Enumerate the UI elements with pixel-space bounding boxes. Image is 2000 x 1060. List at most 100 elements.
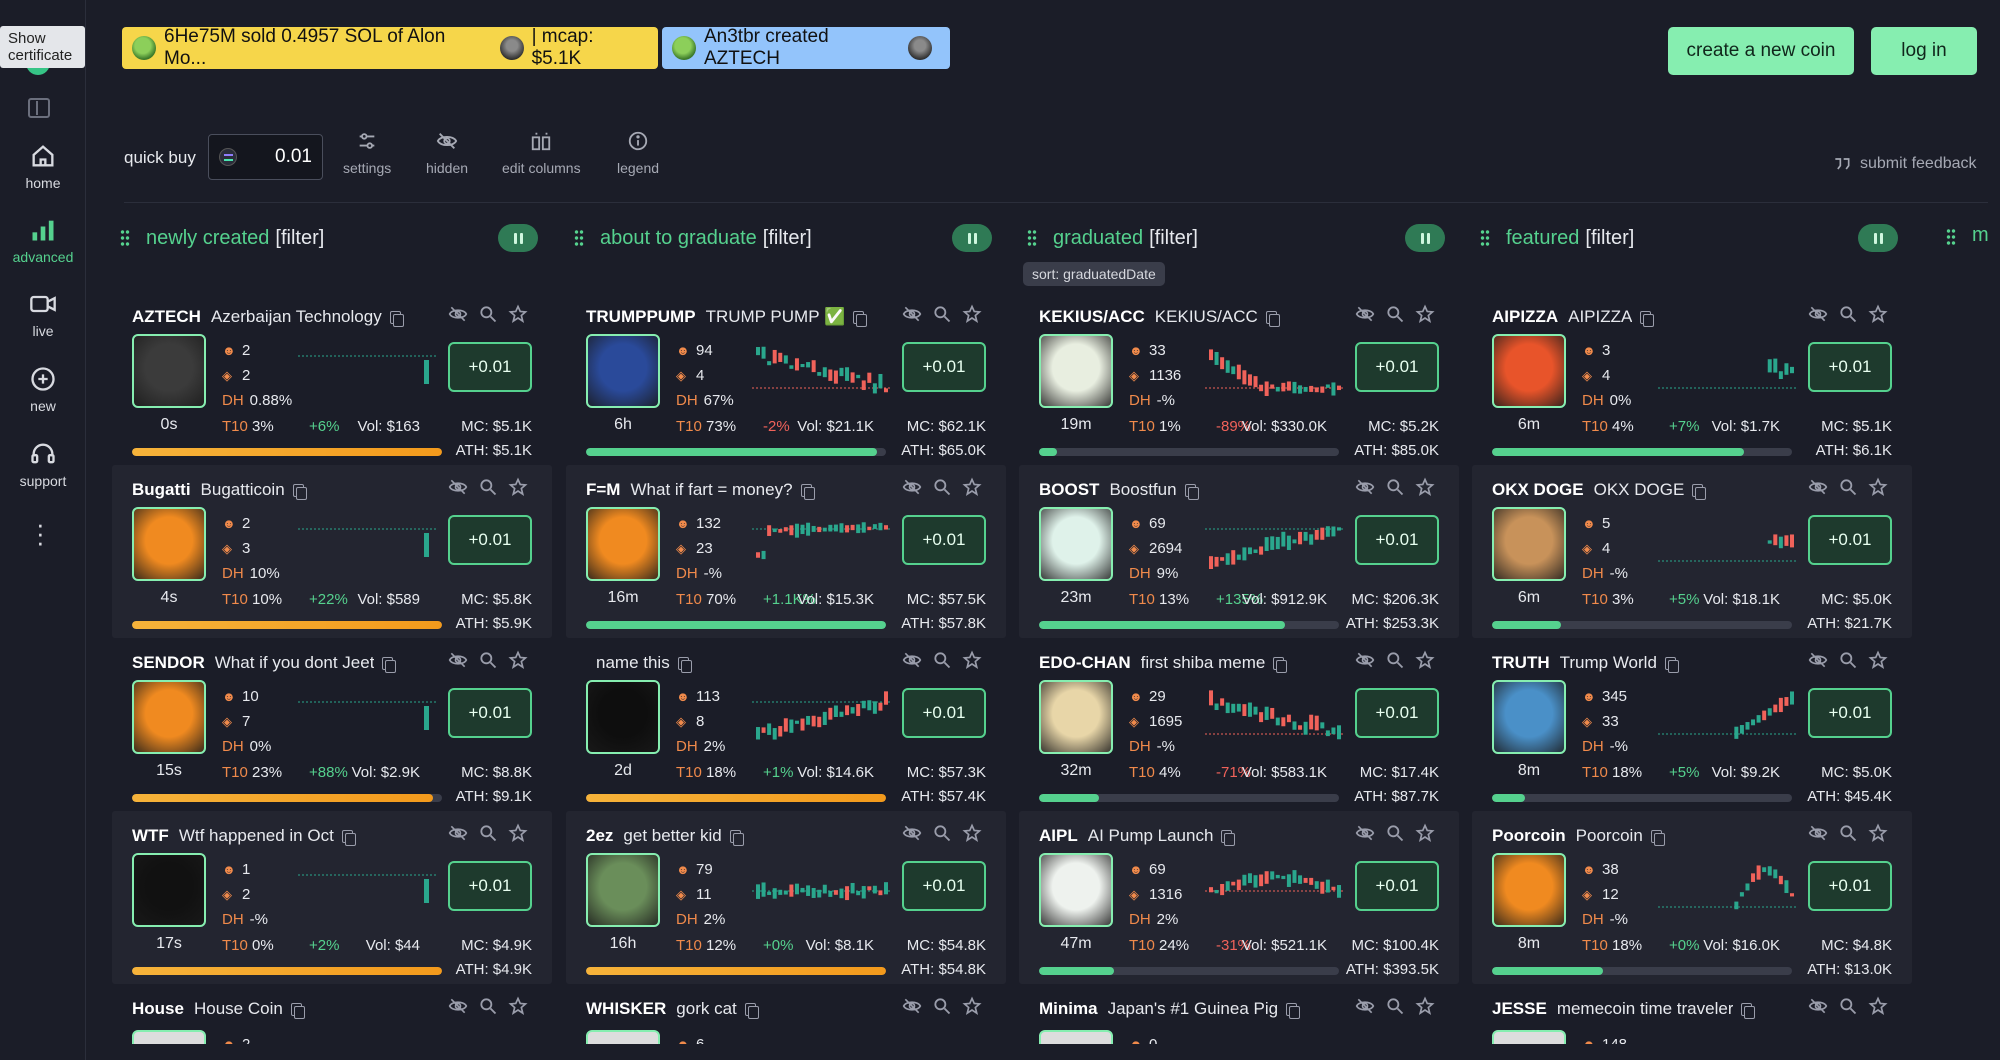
coin-image[interactable] xyxy=(1039,1030,1113,1044)
coin-card[interactable]: F=M What if fart = money? 16m ☻ 132 ◈ 23 DH -% +0… xyxy=(566,465,1006,638)
quick-buy-button[interactable]: +0.01 xyxy=(902,861,986,911)
create-coin-button[interactable]: create a new coin xyxy=(1668,27,1854,75)
quick-buy-button[interactable]: +0.01 xyxy=(1808,342,1892,392)
copy-icon[interactable] xyxy=(1273,656,1288,673)
search-icon[interactable] xyxy=(478,477,498,497)
search-icon[interactable] xyxy=(1385,996,1405,1016)
hide-coin-icon[interactable] xyxy=(902,823,922,843)
star-icon[interactable] xyxy=(508,650,528,670)
copy-icon[interactable] xyxy=(1184,483,1199,500)
column-filter-link[interactable]: [filter] xyxy=(1149,227,1198,250)
copy-icon[interactable] xyxy=(292,483,307,500)
coin-image[interactable] xyxy=(586,853,660,927)
coin-image[interactable] xyxy=(132,1030,206,1044)
coin-image[interactable] xyxy=(132,507,206,581)
coin-image[interactable] xyxy=(1039,507,1113,581)
coin-card[interactable]: AZTECH Azerbaijan Technology 0s ☻ 2 ◈ 2 DH 0.88%… xyxy=(112,292,552,465)
hide-coin-icon[interactable] xyxy=(1355,823,1375,843)
coin-card[interactable]: TRUTH Trump World 8m ☻ 345 ◈ 33 DH -% +0.01 T10 18… xyxy=(1472,638,1912,811)
copy-icon[interactable] xyxy=(1692,483,1707,500)
quick-buy-button[interactable]: +0.01 xyxy=(1355,688,1439,738)
coin-image[interactable] xyxy=(1039,853,1113,927)
nav-support[interactable]: support xyxy=(0,440,86,489)
hide-coin-icon[interactable] xyxy=(902,304,922,324)
coin-image[interactable] xyxy=(586,680,660,754)
coin-image[interactable] xyxy=(1039,680,1113,754)
star-icon[interactable] xyxy=(1415,304,1435,324)
copy-icon[interactable] xyxy=(389,310,404,327)
column-drag-handle[interactable] xyxy=(120,229,130,247)
copy-icon[interactable] xyxy=(1640,310,1655,327)
column-drag-handle[interactable] xyxy=(1946,228,1956,246)
coin-card[interactable]: AIPIZZA AIPIZZA 6m ☻ 3 ◈ 4 DH 0% +0.01 T10 4% +7% Vo… xyxy=(1472,292,1912,465)
hide-coin-icon[interactable] xyxy=(1355,304,1375,324)
hide-coin-icon[interactable] xyxy=(1355,996,1375,1016)
copy-icon[interactable] xyxy=(800,483,815,500)
coin-card[interactable]: KEKIUS/ACC KEKIUS/ACC 19m ☻ 33 ◈ 1136 DH -% +0.01… xyxy=(1019,292,1459,465)
search-icon[interactable] xyxy=(1385,477,1405,497)
hide-coin-icon[interactable] xyxy=(448,477,468,497)
coin-card[interactable]: name this 2d ☻ 113 ◈ 8 DH 2% +0.01 T10 18% +1% Vol:… xyxy=(566,638,1006,811)
coin-card[interactable]: WTF Wtf happened in Oct 17s ☻ 1 ◈ 2 DH -% +0.01 T1… xyxy=(112,811,552,984)
search-icon[interactable] xyxy=(1838,650,1858,670)
coin-image[interactable] xyxy=(1492,507,1566,581)
login-button[interactable]: log in xyxy=(1871,27,1977,75)
coin-card[interactable]: OKX DOGE OKX DOGE 6m ☻ 5 ◈ 4 DH -% +0.01 T10 3% +5%… xyxy=(1472,465,1912,638)
search-icon[interactable] xyxy=(1838,823,1858,843)
coin-image[interactable] xyxy=(586,334,660,408)
hidden-button[interactable]: hidden xyxy=(426,130,468,176)
legend-button[interactable]: legend xyxy=(617,130,659,176)
quick-buy-button[interactable]: +0.01 xyxy=(1355,515,1439,565)
nav-home[interactable]: home xyxy=(0,142,86,191)
quick-buy-button[interactable]: +0.01 xyxy=(1808,861,1892,911)
quick-buy-button[interactable]: +0.01 xyxy=(1808,688,1892,738)
copy-icon[interactable] xyxy=(744,1002,759,1019)
hide-coin-icon[interactable] xyxy=(1808,304,1828,324)
coin-card[interactable]: AIPL AI Pump Launch 47m ☻ 69 ◈ 1316 DH 2% +0.01 T1… xyxy=(1019,811,1459,984)
quick-buy-button[interactable]: +0.01 xyxy=(448,861,532,911)
search-icon[interactable] xyxy=(478,304,498,324)
coin-image[interactable] xyxy=(132,334,206,408)
quick-buy-button[interactable]: +0.01 xyxy=(902,342,986,392)
search-icon[interactable] xyxy=(932,477,952,497)
coin-image[interactable] xyxy=(1492,1030,1566,1044)
hide-coin-icon[interactable] xyxy=(448,304,468,324)
search-icon[interactable] xyxy=(932,996,952,1016)
star-icon[interactable] xyxy=(508,823,528,843)
copy-icon[interactable] xyxy=(1741,1002,1756,1019)
hide-coin-icon[interactable] xyxy=(1808,823,1828,843)
quick-buy-button[interactable]: +0.01 xyxy=(1355,342,1439,392)
star-icon[interactable] xyxy=(508,996,528,1016)
star-icon[interactable] xyxy=(508,477,528,497)
search-icon[interactable] xyxy=(478,823,498,843)
search-icon[interactable] xyxy=(1838,477,1858,497)
search-icon[interactable] xyxy=(1385,823,1405,843)
star-icon[interactable] xyxy=(962,477,982,497)
copy-icon[interactable] xyxy=(677,656,692,673)
column-drag-handle[interactable] xyxy=(574,229,584,247)
search-icon[interactable] xyxy=(478,996,498,1016)
quick-buy-button[interactable]: +0.01 xyxy=(448,688,532,738)
star-icon[interactable] xyxy=(1415,823,1435,843)
search-icon[interactable] xyxy=(932,823,952,843)
coin-card[interactable]: JESSE memecoin time traveler ☻ 148 xyxy=(1472,984,1912,1044)
nav-new[interactable]: new xyxy=(0,365,86,414)
column-drag-handle[interactable] xyxy=(1027,229,1037,247)
nav-live[interactable]: live xyxy=(0,290,86,339)
coin-card[interactable]: SENDOR What if you dont Jeet 15s ☻ 10 ◈ 7 DH 0% +… xyxy=(112,638,552,811)
star-icon[interactable] xyxy=(1868,996,1888,1016)
create-ticker[interactable]: An3tbr created AZTECH xyxy=(662,26,950,69)
copy-icon[interactable] xyxy=(1650,829,1665,846)
submit-feedback-button[interactable]: submit feedback xyxy=(1832,154,1977,174)
hide-coin-icon[interactable] xyxy=(1808,996,1828,1016)
coin-image[interactable] xyxy=(586,1030,660,1044)
search-icon[interactable] xyxy=(1838,304,1858,324)
copy-icon[interactable] xyxy=(1221,829,1236,846)
copy-icon[interactable] xyxy=(853,310,868,327)
hide-coin-icon[interactable] xyxy=(1808,650,1828,670)
coin-image[interactable] xyxy=(132,853,206,927)
edit-columns-button[interactable]: edit columns xyxy=(502,130,581,176)
quick-buy-button[interactable]: +0.01 xyxy=(448,515,532,565)
quick-buy-input[interactable]: 0.01 xyxy=(208,134,323,180)
coin-card[interactable]: BOOST Boostfun 23m ☻ 69 ◈ 2694 DH 9% +0.01 T10 13%… xyxy=(1019,465,1459,638)
